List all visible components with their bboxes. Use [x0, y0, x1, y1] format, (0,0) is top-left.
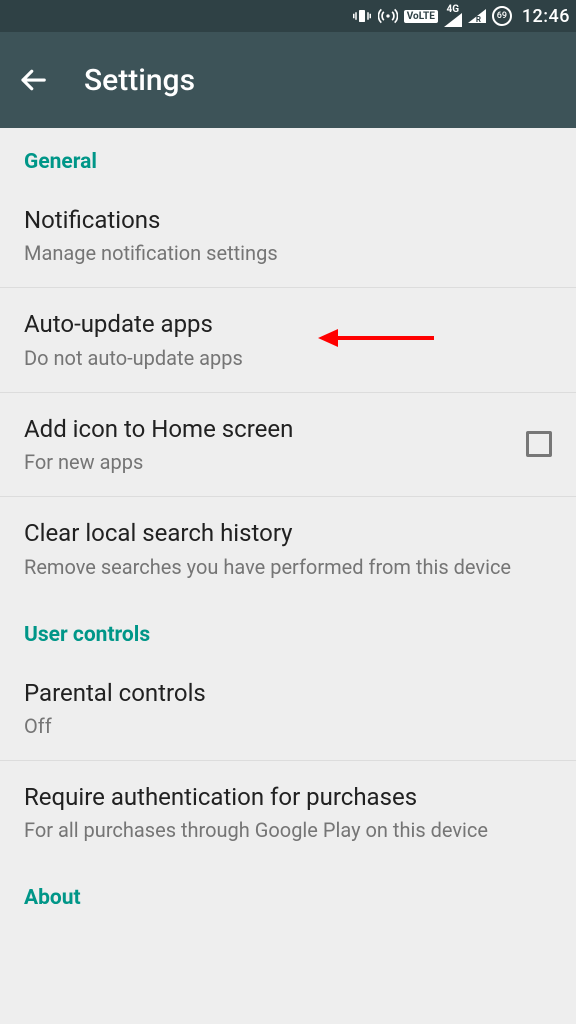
- clock: 12:46: [522, 6, 570, 27]
- item-auto-update[interactable]: Auto-update apps Do not auto-update apps: [0, 288, 576, 392]
- item-parental-controls[interactable]: Parental controls Off: [0, 657, 576, 761]
- item-require-auth[interactable]: Require authentication for purchases For…: [0, 761, 576, 864]
- settings-list: General Notifications Manage notificatio…: [0, 128, 576, 920]
- page-title: Settings: [84, 63, 195, 98]
- hotspot-icon: [378, 6, 398, 26]
- item-subtitle: For new apps: [24, 449, 514, 476]
- section-header-about: About: [0, 864, 576, 920]
- item-title: Notifications: [24, 204, 552, 236]
- section-header-general: General: [0, 128, 576, 184]
- item-title: Auto-update apps: [24, 308, 552, 340]
- app-bar: Settings: [0, 32, 576, 128]
- item-title: Add icon to Home screen: [24, 413, 514, 445]
- item-add-icon-home[interactable]: Add icon to Home screen For new apps: [0, 393, 576, 497]
- item-title: Require authentication for purchases: [24, 781, 552, 813]
- item-title: Parental controls: [24, 677, 552, 709]
- item-subtitle: Do not auto-update apps: [24, 345, 552, 372]
- item-notifications[interactable]: Notifications Manage notification settin…: [0, 184, 576, 288]
- vibrate-icon: [352, 7, 372, 25]
- item-subtitle: Manage notification settings: [24, 240, 552, 267]
- section-header-user-controls: User controls: [0, 601, 576, 657]
- status-bar: VoLTE 4G R 69 12:46: [0, 0, 576, 32]
- battery-icon: 69: [492, 6, 512, 26]
- signal-roaming-icon: R: [468, 9, 486, 23]
- checkbox-add-icon[interactable]: [526, 431, 552, 457]
- item-subtitle: Remove searches you have performed from …: [24, 554, 552, 581]
- item-clear-history[interactable]: Clear local search history Remove search…: [0, 497, 576, 600]
- back-icon[interactable]: [18, 65, 48, 95]
- item-title: Clear local search history: [24, 517, 552, 549]
- roaming-letter: R: [476, 15, 481, 23]
- item-subtitle: Off: [24, 713, 552, 740]
- signal-4g-icon: 4G: [444, 5, 462, 27]
- item-subtitle: For all purchases through Google Play on…: [24, 817, 552, 844]
- volte-badge: VoLTE: [404, 10, 438, 23]
